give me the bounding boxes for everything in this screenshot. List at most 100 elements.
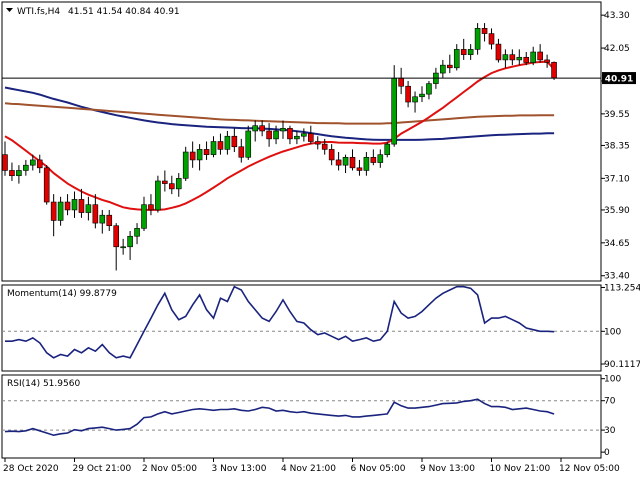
candle-body [287, 128, 293, 140]
chart-background [0, 0, 640, 480]
candle-body [99, 214, 106, 224]
time-tick-label: 10 Nov 21:00 [490, 464, 551, 474]
candle-body [231, 135, 238, 148]
time-tick-label: 28 Oct 2020 [3, 464, 59, 474]
candle [551, 61, 557, 80]
candle-body [78, 199, 85, 213]
candle-body [113, 225, 119, 248]
candle-body [328, 149, 335, 161]
candle-body [537, 51, 543, 61]
time-tick-label: 3 Nov 13:00 [212, 464, 267, 474]
1-tick-label: 113.2541 [604, 283, 640, 293]
candle-body [384, 143, 391, 155]
candle-body [412, 96, 418, 103]
0-tick-label: 33.40 [604, 272, 630, 282]
candle-body [426, 83, 432, 95]
candle-body [175, 178, 182, 190]
candle-body [238, 146, 245, 158]
candle-body [405, 85, 411, 103]
time-tick-label: 4 Nov 21:00 [281, 464, 336, 474]
candle-body [182, 151, 189, 179]
candle-body [523, 56, 530, 63]
candle-body [217, 141, 224, 150]
candle-body [474, 28, 481, 50]
candle-body [488, 33, 495, 45]
trading-chart: 43.3042.0540.8039.5538.3537.1035.9034.65… [0, 0, 640, 480]
0-tick-label: 42.05 [604, 44, 630, 54]
candle-body [259, 125, 265, 132]
candle-body [273, 130, 279, 140]
candle-body [245, 130, 252, 158]
candle-body [349, 156, 356, 169]
candle-body [314, 141, 321, 145]
candle-body [307, 133, 314, 142]
candle-body [509, 54, 516, 61]
candle-body [106, 214, 113, 227]
candle-body [356, 167, 363, 171]
candle-body [460, 49, 467, 55]
candle [155, 175, 161, 213]
candle-body [155, 180, 161, 211]
candle-body [203, 149, 210, 155]
candle-body [9, 170, 15, 177]
1-tick-label: 90.1117 [604, 360, 640, 370]
candle-body [162, 180, 168, 184]
candle-body [266, 130, 272, 140]
candle-body [440, 64, 446, 74]
candle-body [23, 164, 29, 171]
candle-body [71, 199, 78, 211]
0-tick-label: 34.65 [604, 239, 630, 249]
candle-body [398, 78, 404, 87]
candle-body [530, 51, 537, 63]
candle-body [467, 49, 474, 55]
candle-body [301, 133, 307, 137]
candle-body [516, 56, 523, 61]
candle-body [342, 156, 349, 166]
2-tick-label: 70 [604, 397, 616, 407]
candle-body [252, 125, 258, 132]
chart-header: WTI.fs,H4 41.51 41.54 40.84 40.91 [6, 7, 180, 17]
time-tick-label: 2 Nov 05:00 [142, 464, 197, 474]
candle [182, 146, 189, 181]
candle-body [64, 201, 71, 211]
candle-body [321, 143, 328, 150]
momentum-title: Momentum(14) 99.8779 [7, 289, 117, 299]
current-price-label: 40.91 [605, 75, 633, 85]
price-axis-ticks: 43.3042.0540.8039.5538.3537.1035.9034.65… [601, 11, 630, 282]
candle-body [127, 235, 133, 248]
candle-body [85, 204, 92, 213]
candle-body [134, 228, 140, 237]
candle-body [280, 128, 286, 132]
time-tick-label: 12 Nov 05:00 [559, 464, 620, 474]
2-tick-label: 0 [604, 448, 610, 458]
ohlc-values: 41.51 41.54 40.84 40.91 [68, 7, 180, 17]
candle-body [224, 135, 231, 150]
candle-body [57, 201, 64, 221]
candle-body [370, 156, 377, 163]
1-tick-label: 100 [604, 327, 621, 337]
candle-body [502, 54, 509, 61]
current-price-tag: 40.91 [602, 72, 636, 85]
candle-body [43, 167, 50, 203]
candle-body [2, 154, 8, 171]
candle-body [363, 156, 370, 171]
0-tick-label: 37.10 [604, 174, 630, 184]
time-tick-label: 9 Nov 13:00 [420, 464, 475, 474]
time-tick-label: 29 Oct 21:00 [73, 464, 132, 474]
candle [43, 165, 50, 205]
candle-body [544, 59, 550, 63]
candle-body [294, 135, 300, 140]
candle-body [29, 159, 36, 166]
candle-body [189, 151, 196, 161]
candle-body [453, 49, 460, 69]
candle-body [481, 28, 488, 34]
candle [384, 141, 391, 158]
candle [245, 125, 252, 160]
candle-body [551, 61, 557, 79]
0-tick-label: 43.30 [604, 11, 630, 21]
symbol-title: WTI.fs,H4 [17, 7, 60, 17]
candle-body [141, 204, 147, 229]
candle-body [495, 43, 502, 61]
0-tick-label: 35.90 [604, 206, 630, 216]
candle-body [148, 204, 154, 211]
